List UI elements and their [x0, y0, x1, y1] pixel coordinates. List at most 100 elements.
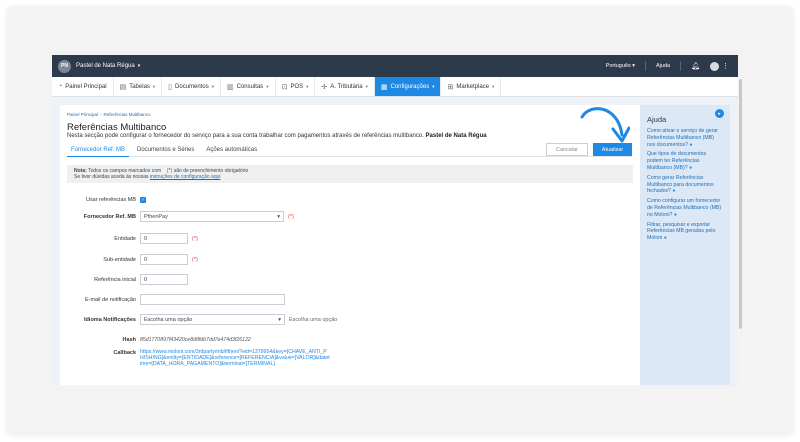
company-selector[interactable]: Pastel de Nata Régua ▾ — [76, 63, 140, 69]
question-icon: ● — [672, 188, 676, 195]
help-list: Como ativar o serviço de gerar Referênci… — [647, 128, 723, 242]
help-link[interactable]: Como ativar o serviço de gerar Referênci… — [647, 128, 723, 148]
notification-language-select[interactable]: Escolha uma opção ▾ — [140, 314, 285, 325]
menu-item-tributaria[interactable]: ✢ A. Tributária ▾ — [315, 77, 375, 96]
initial-ref-input[interactable]: 0 — [140, 274, 188, 285]
required-mark: (*) — [288, 213, 294, 220]
help-link-text: Como ativar o serviço de gerar Referênci… — [647, 128, 718, 148]
subtitle-company: Pastel de Nata Régua — [425, 133, 487, 139]
chevron-down-icon: ▾ — [211, 83, 214, 89]
chevron-down-icon: ▾ — [492, 83, 495, 89]
help-link[interactable]: Como gerar Referências Multibanco para d… — [647, 175, 723, 195]
company-avatar[interactable]: PN — [58, 59, 71, 73]
grid-icon: ⊞ — [447, 83, 454, 91]
menu-label: A. Tributária — [330, 83, 363, 90]
menu-item-tabelas[interactable]: ▤ Tabelas ▾ — [114, 77, 163, 96]
page-title: Referências Multibanco — [67, 122, 167, 133]
row-subentity: Sub-entidade 0 (*) — [60, 254, 198, 265]
breadcrumb-separator: › — [100, 112, 102, 117]
chart-icon: ▥ — [226, 83, 234, 91]
field-label: Idioma Notificações — [84, 316, 136, 323]
select-value: Escolha uma opção — [144, 316, 193, 323]
help-link-text: Filtrar, pesquisar e exportar Referência… — [647, 221, 716, 242]
page-subtitle: Nesta secção pode configurar o fornecedo… — [67, 133, 487, 139]
language-selector[interactable]: Português ▾ — [606, 63, 635, 69]
menu-item-configuracoes[interactable]: ▦ Configurações ▾ — [374, 77, 442, 96]
cancel-button[interactable]: Cancelar — [546, 143, 588, 156]
use-mb-checkbox[interactable]: ✓ — [140, 197, 146, 203]
menu-label: Configurações — [390, 83, 430, 90]
menu-item-marketplace[interactable]: ⊞ Marketplace ▾ — [441, 77, 502, 96]
breadcrumb-home[interactable]: Painel Principal — [67, 112, 98, 117]
scrollbar-thumb[interactable] — [739, 79, 742, 329]
more-vertical-icon[interactable]: ⋮ — [722, 62, 729, 70]
chevron-down-icon: ▾ — [365, 83, 368, 89]
menu-label: Documentos — [175, 83, 209, 90]
callback-url[interactable]: https://www.moloni.com/3rdparty/mb/ifthe… — [140, 349, 330, 367]
required-mark: (*) — [192, 256, 198, 263]
chevron-down-icon: ▾ — [306, 83, 309, 89]
menu-item-documentos[interactable]: ▯ Documentos ▾ — [162, 77, 221, 96]
info-note: Nota: Todos os campos marcados com (*) s… — [67, 165, 633, 183]
menu-item-painel[interactable]: ◔ Painel Principal — [52, 77, 114, 96]
field-label: Sub-entidade — [103, 256, 136, 263]
top-bar: PN Pastel de Nata Régua ▾ Português ▾ Aju… — [52, 55, 743, 77]
tab-acoes-automaticas[interactable]: Ações automáticas — [202, 145, 261, 157]
question-icon: ● — [673, 211, 677, 218]
menu-label: Consultas — [236, 83, 264, 90]
chevron-down-icon: ▾ — [277, 213, 280, 220]
company-name: Pastel de Nata Régua — [76, 63, 135, 69]
chevron-down-icon: ▾ — [278, 316, 281, 323]
help-link[interactable]: Ajuda — [656, 63, 670, 69]
row-initial-ref: Referência inicial 0 — [60, 274, 188, 285]
gauge-icon: ◔ — [58, 83, 63, 90]
chevron-right-icon[interactable]: ▸ — [715, 109, 724, 118]
provider-select[interactable]: PthenPay ▾ — [140, 211, 284, 222]
tab-documentos-series[interactable]: Documentos e Séries — [133, 145, 198, 157]
help-link-text: Que tipos de documentos podem ter Referê… — [647, 151, 707, 171]
user-avatar[interactable] — [710, 61, 719, 71]
entity-input[interactable]: 0 — [140, 233, 188, 244]
required-mark: (*) — [192, 235, 198, 242]
subentity-input[interactable]: 0 — [140, 254, 188, 265]
gear-icon: ▦ — [380, 83, 388, 91]
update-button[interactable]: Atualizar — [593, 143, 632, 156]
top-right-actions: Português ▾ Ajuda 🔔︎ ⋮ — [606, 55, 729, 77]
chevron-down-icon: ▾ — [152, 83, 156, 89]
language-label: Português — [605, 63, 631, 69]
row-use-mb: Usar referências MB ✓ — [60, 197, 146, 203]
help-panel: ▸ Ajuda Como ativar o serviço de gerar R… — [640, 105, 730, 385]
field-label: Hash — [122, 337, 136, 343]
menu-item-pos[interactable]: ⊡ POS ▾ — [276, 77, 316, 96]
row-email: E-mail de notificação — [60, 294, 285, 305]
divider — [680, 61, 682, 71]
help-link-text: Como gerar Referências Multibanco para d… — [647, 174, 714, 195]
help-link-text: Como configurar um fornecedor de Referên… — [647, 198, 722, 218]
question-icon: ● — [689, 164, 693, 171]
row-provider: Fornecedor Ref. MB PthenPay ▾ (*) — [60, 211, 294, 222]
menu-item-consultas[interactable]: ▥ Consultas ▾ — [221, 77, 276, 96]
main-content: Painel Principal › Referências Multibanco … — [60, 105, 640, 385]
tax-icon: ✢ — [321, 83, 328, 91]
subtitle-text: Nesta secção pode configurar o fornecedo… — [67, 133, 424, 139]
notification-email-input[interactable] — [140, 294, 285, 305]
breadcrumb-current: Referências Multibanco — [103, 112, 151, 117]
annotation-arrow-icon — [580, 107, 630, 143]
row-callback: Callback https://www.moloni.com/3rdparty… — [60, 349, 330, 367]
tab-fornecedor[interactable]: Fornecedor Ref. MB — [67, 145, 130, 157]
chevron-down-icon: ▾ — [266, 83, 269, 89]
field-label: Usar referências MB — [85, 197, 136, 203]
hash-value: 85d1770897f43420ce8d8fdb7dd7e474d3f26122 — [140, 337, 251, 343]
field-label: E-mail de notificação — [84, 296, 136, 303]
bell-icon[interactable]: 🔔︎ — [691, 62, 700, 70]
help-link[interactable]: Filtrar, pesquisar e exportar Referência… — [647, 222, 723, 242]
question-icon: ● — [663, 235, 667, 242]
chevron-down-icon: ▾ — [432, 83, 435, 89]
menu-label: Marketplace — [456, 83, 490, 90]
help-link[interactable]: Que tipos de documentos podem ter Referê… — [647, 151, 723, 171]
help-link[interactable]: Como configurar um fornecedor de Referên… — [647, 198, 723, 218]
config-instructions-link[interactable]: instruções de configuração aqui — [150, 174, 221, 180]
help-title: Ajuda — [647, 115, 667, 124]
row-entity: Entidade 0 (*) — [60, 233, 198, 244]
scrollbar[interactable] — [738, 55, 743, 385]
